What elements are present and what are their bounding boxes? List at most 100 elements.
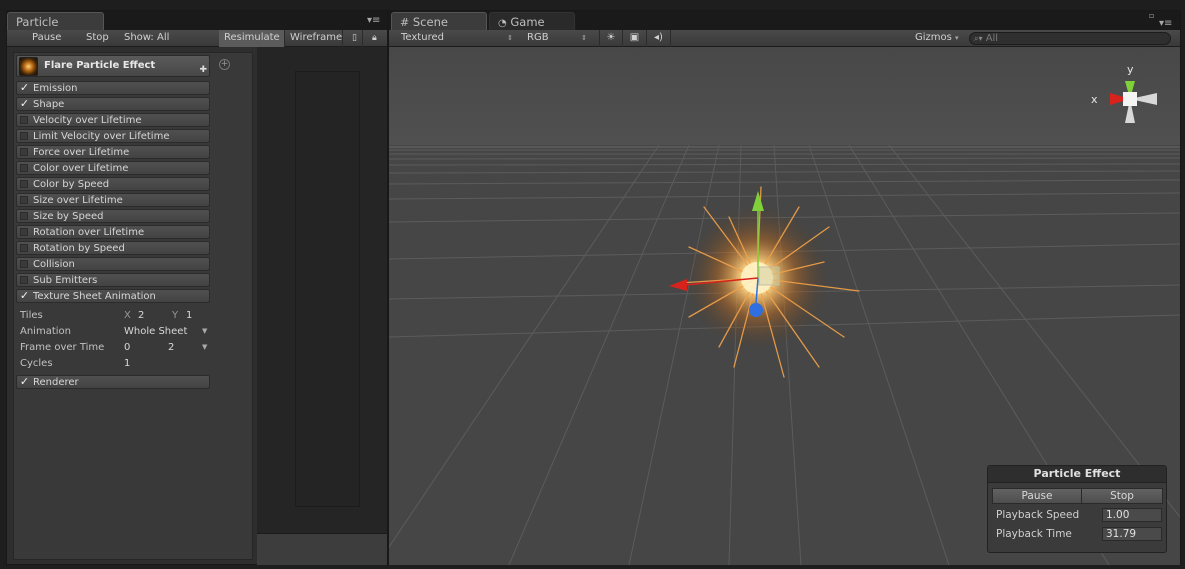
playback-time-field[interactable]: 31.79 <box>1102 527 1162 541</box>
lighting-toggle-icon[interactable]: ☀ <box>599 30 623 47</box>
checkbox-unchecked-icon[interactable] <box>20 276 28 284</box>
checkbox-unchecked-icon[interactable] <box>20 212 28 220</box>
checkbox-unchecked-icon[interactable] <box>20 148 28 156</box>
checkbox-unchecked-icon[interactable] <box>20 244 28 252</box>
module-row-sub-emitters[interactable]: Sub Emitters <box>16 273 210 287</box>
animation-dropdown[interactable]: Whole Sheet <box>124 326 187 337</box>
gizmo-center-cube-icon[interactable] <box>1123 92 1137 106</box>
overlay-stop-button[interactable]: Stop <box>1081 488 1163 504</box>
tiles-x-label: X <box>124 310 131 321</box>
gizmo-y-label: y <box>1127 63 1134 76</box>
gizmo-x-label: x <box>1091 93 1098 106</box>
tab-scene[interactable]: # Scene <box>391 12 487 30</box>
checkbox-unchecked-icon[interactable] <box>20 228 28 236</box>
particle-effect-overlay: Particle Effect Pause Stop Playback Spee… <box>987 465 1167 553</box>
checkbox-checked-icon[interactable]: ✓ <box>19 82 30 94</box>
cycles-field[interactable]: 1 <box>124 358 130 369</box>
show-dropdown[interactable]: Show: All <box>119 30 179 47</box>
pause-button[interactable]: Pause <box>27 30 73 47</box>
dropdown-arrow-icon[interactable]: ▼ <box>202 327 207 335</box>
window-menu-icon[interactable]: ▾≡ <box>367 16 380 26</box>
frame-over-time-label: Frame over Time <box>20 342 105 353</box>
search-icon: ⌕▾ <box>974 34 983 43</box>
module-row-emission[interactable]: ✓ Emission <box>16 81 210 95</box>
checkbox-unchecked-icon[interactable] <box>20 164 28 172</box>
effect-header[interactable]: Flare Particle Effect ✚ <box>16 55 210 77</box>
module-row-renderer[interactable]: ✓ Renderer <box>16 375 210 389</box>
updown-arrow-icon: ⇕ <box>507 34 513 42</box>
frame-max-field[interactable]: 2 <box>168 342 174 353</box>
playback-time-label: Playback Time <box>996 528 1072 540</box>
add-effect-icon[interactable]: + <box>219 59 230 70</box>
tab-label: Game <box>510 15 545 29</box>
y-axis-arrow-icon[interactable] <box>752 191 764 211</box>
playback-speed-label: Playback Speed <box>996 509 1080 521</box>
image-toggle-icon[interactable]: ▣ <box>623 30 647 47</box>
dropdown-arrow-icon: ▾ <box>955 34 959 42</box>
tab-particle-effect[interactable]: Particle Effect <box>7 12 104 47</box>
module-row-shape[interactable]: ✓ Shape <box>16 97 210 111</box>
scene-toolbar: Textured ⇕ RGB ⇕ ☀ ▣ ◂) Gizmos ▾ ⌕▾ All <box>389 30 1180 47</box>
checkbox-unchecked-icon[interactable] <box>20 132 28 140</box>
maximize-icon[interactable]: ▫ <box>1149 11 1154 21</box>
dropdown-arrow-icon[interactable]: ▼ <box>202 343 207 351</box>
checkbox-checked-icon[interactable]: ✓ <box>19 376 30 388</box>
overlay-pause-button[interactable]: Pause <box>992 488 1082 504</box>
particle-effect-window: Particle Effect ▾≡ Pause Stop Show: All … <box>6 10 388 565</box>
tiles-y-label: Y <box>172 310 179 321</box>
module-row-size-over-lifetime[interactable]: Size over Lifetime <box>16 193 210 207</box>
module-row-collision[interactable]: Collision <box>16 257 210 271</box>
module-row-texture-sheet-animation[interactable]: ✓ Texture Sheet Animation <box>16 289 210 303</box>
module-row-size-by-speed[interactable]: Size by Speed <box>16 209 210 223</box>
module-list-panel: Flare Particle Effect ✚ + ✓ Emission ✓ S… <box>13 52 253 560</box>
gizmos-dropdown[interactable]: Gizmos ▾ <box>909 30 965 47</box>
pacman-icon: ◔ <box>498 18 507 29</box>
curve-editor-frame[interactable] <box>295 71 360 507</box>
resimulate-toggle[interactable]: Resimulate <box>219 30 285 47</box>
lock-icon[interactable]: 🔒︎ <box>367 30 383 47</box>
z-axis-sphere-icon[interactable] <box>749 303 763 317</box>
scene-viewport[interactable]: y x Particle Effect Pause Stop Playback … <box>389 47 1180 565</box>
playback-speed-field[interactable]: 1.00 <box>1102 508 1162 522</box>
checkbox-unchecked-icon[interactable] <box>20 260 28 268</box>
render-mode-dropdown[interactable]: Textured ⇕ <box>395 30 519 47</box>
scene-window: # Scene ◔ Game ▫ ▾≡ Textured ⇕ RGB ⇕ ☀ ▣… <box>388 10 1181 565</box>
split-view-icon[interactable]: ▯ <box>347 30 363 47</box>
tiles-x-field[interactable]: 2 <box>138 310 144 321</box>
tiles-y-field[interactable]: 1 <box>186 310 192 321</box>
checkbox-checked-icon[interactable]: ✓ <box>19 290 30 302</box>
module-row-rotation-over-lifetime[interactable]: Rotation over Lifetime <box>16 225 210 239</box>
overlay-title: Particle Effect <box>988 466 1166 483</box>
tiles-label: Tiles <box>20 310 43 321</box>
module-row-color-by-speed[interactable]: Color by Speed <box>16 177 210 191</box>
left-tabbar: Particle Effect ▾≡ <box>7 11 387 47</box>
stop-button[interactable]: Stop <box>81 30 113 47</box>
module-row-limit-velocity[interactable]: Limit Velocity over Lifetime <box>16 129 210 143</box>
module-row-force-over-lifetime[interactable]: Force over Lifetime <box>16 145 210 159</box>
checkbox-unchecked-icon[interactable] <box>20 116 28 124</box>
orientation-gizmo[interactable]: y x <box>1091 63 1157 123</box>
plane-handle[interactable] <box>758 266 780 286</box>
wireframe-toggle[interactable]: Wireframe <box>285 30 343 47</box>
module-row-color-over-lifetime[interactable]: Color over Lifetime <box>16 161 210 175</box>
effect-title: Flare Particle Effect <box>44 60 156 71</box>
cycles-label: Cycles <box>20 358 53 369</box>
flare-thumbnail-icon <box>19 57 38 76</box>
right-tabbar: # Scene ◔ Game ▫ ▾≡ <box>389 11 1180 30</box>
module-row-velocity-over-lifetime[interactable]: Velocity over Lifetime <box>16 113 210 127</box>
search-input[interactable]: ⌕▾ All <box>969 32 1171 45</box>
checkbox-unchecked-icon[interactable] <box>20 180 28 188</box>
particle-toolbar: Pause Stop Show: All Resimulate Wirefram… <box>7 30 387 47</box>
checkbox-unchecked-icon[interactable] <box>20 196 28 204</box>
add-module-icon[interactable]: ✚ <box>199 65 207 75</box>
curve-editor-area[interactable] <box>257 47 387 533</box>
x-axis-arrow-icon[interactable] <box>669 279 687 291</box>
checkbox-checked-icon[interactable]: ✓ <box>19 98 30 110</box>
window-menu-icon[interactable]: ▾≡ <box>1159 19 1172 29</box>
color-mode-dropdown[interactable]: RGB ⇕ <box>521 30 593 47</box>
module-row-rotation-by-speed[interactable]: Rotation by Speed <box>16 241 210 255</box>
frame-min-field[interactable]: 0 <box>124 342 130 353</box>
grid-icon: # <box>400 16 410 29</box>
tab-game[interactable]: ◔ Game <box>489 12 575 30</box>
audio-toggle-icon[interactable]: ◂) <box>647 30 671 47</box>
